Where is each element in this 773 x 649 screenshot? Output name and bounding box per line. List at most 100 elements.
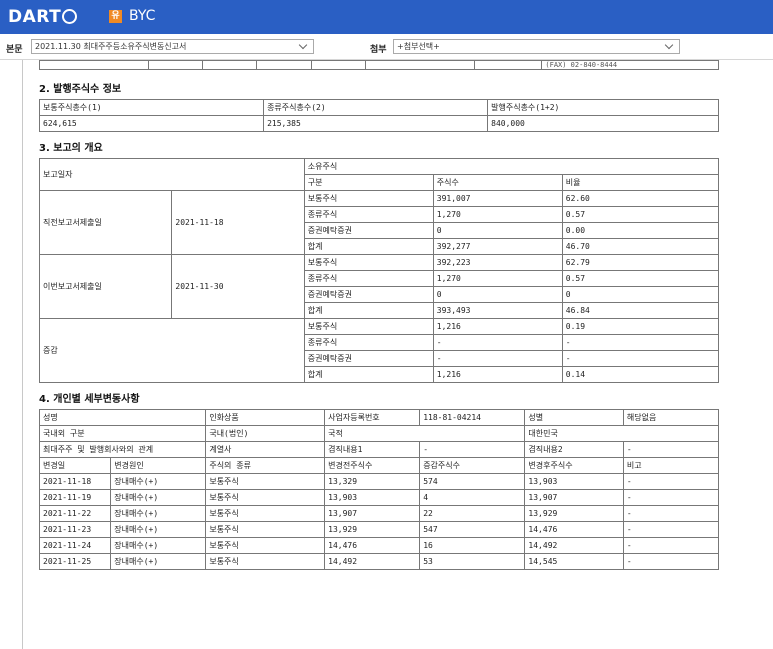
column-header: 변경전주식수 — [324, 457, 421, 474]
table-cell: 0 — [432, 222, 563, 239]
table-cell: 장내매수(+) — [110, 489, 207, 506]
table-cell: - — [622, 521, 720, 538]
table-cell: 사업자등록번호 — [324, 409, 421, 426]
section4-title: 4. 개인별 세부변동사항 — [39, 394, 140, 405]
table-cell: 2021-11-24 — [38, 537, 112, 554]
table-cell: 보통주식 — [303, 318, 434, 335]
logo-circle-icon — [62, 9, 78, 24]
column-header: 변경원인 — [110, 457, 207, 474]
issued-shares-header: 보통주식총수(1) — [38, 99, 265, 116]
table-row: 증감 보통주식 1,216 0.19 — [39, 318, 720, 383]
table-cell: 최대주주 및 발행회사와의 관계 — [38, 441, 207, 458]
table-cell: 14,476 — [324, 537, 421, 554]
table-cell: 장내매수(+) — [110, 553, 207, 570]
document-viewer[interactable]: (FAX) 02-840-8444 2. 발행주식수 정보 보통주식총수(1) … — [0, 60, 773, 649]
table-row: 2021-11-22 장내매수(+) 보통주식 13,907 22 13,929… — [38, 505, 720, 522]
top-bar: DART 유 BYC — [0, 0, 773, 34]
table-cell: 547 — [419, 521, 526, 538]
table-cell: 14,545 — [524, 553, 624, 570]
table-cell: 겸직내용1 — [324, 441, 421, 458]
table-cell: 1,270 — [432, 270, 563, 287]
table-cell: 0 — [561, 286, 720, 303]
document-content: (FAX) 02-840-8444 2. 발행주식수 정보 보통주식총수(1) … — [38, 60, 720, 570]
table-cell: 0.57 — [561, 270, 720, 287]
main-doc-select[interactable]: 2021.11.30 최대주주등소유주식변동신고서 — [31, 39, 314, 54]
table-cell: 성별 — [524, 409, 624, 426]
table-row: 이번보고서제출일 2021-11-30 보통주식 392,223 62.79 — [38, 254, 720, 319]
logo-text: DART — [8, 7, 62, 27]
table-row: 최대주주 및 발행회사와의 관계 계열사 겸직내용1 - 겸직내용2 - — [38, 441, 720, 458]
table-cell: 13,929 — [524, 505, 624, 522]
overview-col-header: 구분 — [303, 174, 434, 191]
table-header-row: 변경일 변경원인 주식의 종류 변경전주식수 증감주식수 변경후주식수 비고 — [38, 457, 720, 474]
overview-col-header: 주식수 — [432, 174, 563, 191]
table-cell: - — [432, 350, 563, 367]
group-date: 2021-11-30 — [171, 254, 305, 319]
table-cell: 보통주식 — [205, 473, 326, 490]
table-cell: 46.84 — [561, 302, 720, 319]
section3-title: 3. 보고의 개요 — [39, 143, 103, 154]
table-cell: 2021-11-25 — [38, 553, 112, 570]
table-row: 직전보고서제출일 2021-11-18 보통주식 391,007 62.60 — [38, 190, 720, 255]
table-cell: 13,903 — [324, 489, 421, 506]
table-cell: 종류주식 — [303, 334, 434, 351]
table-cell: 2021-11-22 — [38, 505, 112, 522]
main-doc-select-value: 2021.11.30 최대주주등소유주식변동신고서 — [35, 42, 187, 51]
table-cell: - — [419, 441, 526, 458]
table-cell: 574 — [419, 473, 526, 490]
table-cell: - — [622, 537, 720, 554]
issued-shares-value: 624,615 — [38, 115, 265, 132]
table-cell: 인화상품 — [205, 409, 326, 426]
table-cell: 겸직내용2 — [524, 441, 624, 458]
table-cell: 종류주식 — [303, 206, 434, 223]
main-doc-label: 본문 — [6, 45, 23, 55]
column-header: 변경일 — [38, 457, 112, 474]
table-cell: 0.00 — [561, 222, 720, 239]
attachment-select-value: +첨부선택+ — [397, 42, 440, 51]
table-cell: 합계 — [303, 302, 434, 319]
table-cell: 46.70 — [561, 238, 720, 255]
chevron-down-icon — [664, 40, 674, 50]
table-cell: 53 — [419, 553, 526, 570]
table-cell: 장내매수(+) — [110, 537, 207, 554]
table-cell: - — [622, 505, 720, 522]
chevron-down-icon — [298, 40, 308, 50]
issued-shares-header: 발행주식총수(1+2) — [487, 99, 719, 116]
table-row: 국내외 구분 국내(법인) 국적 대한민국 — [38, 425, 719, 442]
table-cell: 62.60 — [561, 190, 720, 207]
column-header: 비고 — [622, 457, 720, 474]
table-cell: 0.57 — [561, 206, 720, 223]
group-label: 이번보고서제출일 — [38, 254, 173, 319]
issued-shares-table: 보통주식총수(1) 종류주식총수(2) 발행주식총수(1+2) 624,615 … — [38, 99, 719, 132]
table-cell: 391,007 — [432, 190, 563, 207]
table-cell: 보통주식 — [205, 521, 326, 538]
table-cell: 보통주식 — [205, 505, 326, 522]
table-cell: 국적 — [324, 425, 526, 442]
table-cell: - — [432, 334, 563, 351]
table-cell: 16 — [419, 537, 526, 554]
table-cell: 1,216 — [432, 366, 563, 383]
table-cell: 62.79 — [561, 254, 720, 271]
group-date: 2021-11-18 — [171, 190, 305, 255]
report-overview-table: 보고일자 소유주식 구분 주식수 비율 직전보고서제출일 2021-11-18 … — [38, 158, 720, 383]
overview-col-header: 비율 — [561, 174, 720, 191]
table-cell: 증권예탁증권 — [303, 222, 434, 239]
table-cell: 14,476 — [524, 521, 624, 538]
attachment-select[interactable]: +첨부선택+ — [393, 39, 680, 54]
attachment-label: 첨부 — [370, 45, 387, 55]
table-cell: 0.19 — [561, 318, 720, 335]
dart-logo[interactable]: DART — [8, 7, 78, 27]
table-cell: 장내매수(+) — [110, 505, 207, 522]
table-cell: 14,492 — [524, 537, 624, 554]
table-cell: 계열사 — [205, 441, 326, 458]
company-name: BYC — [129, 8, 156, 24]
table-row: 2021-11-19 장내매수(+) 보통주식 13,903 4 13,907 … — [38, 489, 720, 506]
table-row: 2021-11-23 장내매수(+) 보통주식 13,929 547 14,47… — [38, 521, 720, 538]
table-cell: 393,493 — [432, 302, 563, 319]
individual-changes-table: 성명 인화상품 사업자등록번호 118-81-04214 성별 해당없음 국내외… — [38, 409, 720, 570]
table-cell: 국내(법인) — [205, 425, 326, 442]
table-cell: 장내매수(+) — [110, 521, 207, 538]
table-cell: 해당없음 — [622, 409, 720, 426]
table-cell: 13,903 — [524, 473, 624, 490]
table-row: 성명 인화상품 사업자등록번호 118-81-04214 성별 해당없음 — [38, 409, 720, 426]
